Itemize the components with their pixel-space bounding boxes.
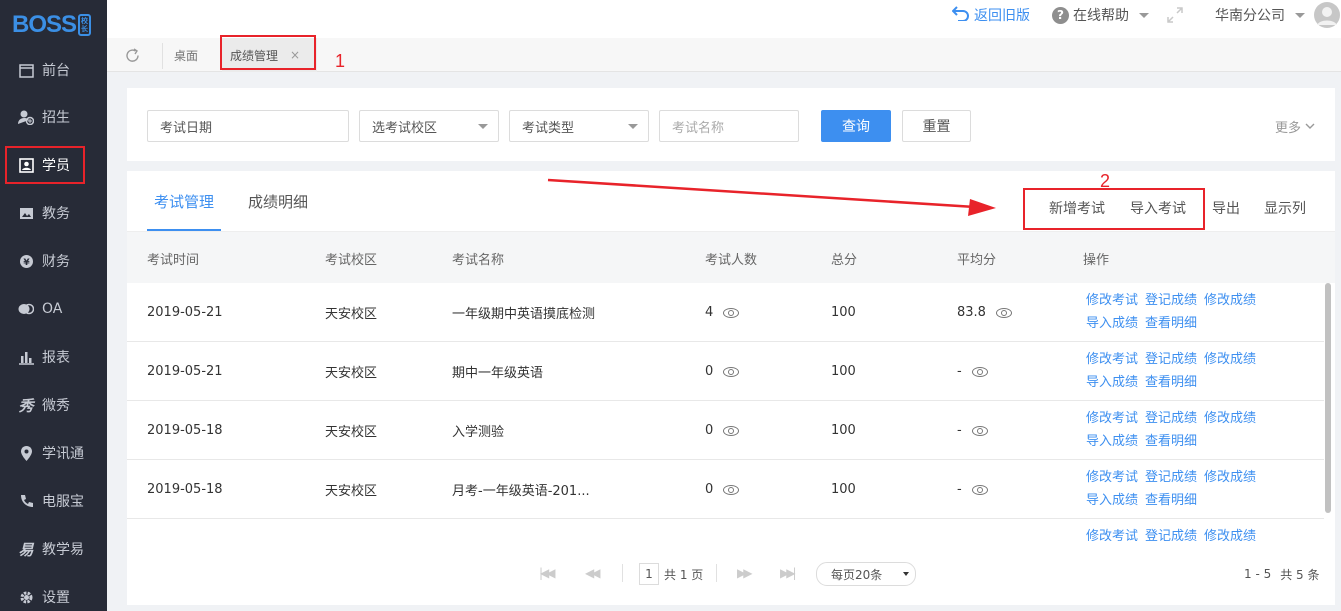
logo-text: BOSS: [12, 11, 77, 38]
annotation-arrow: [547, 178, 996, 216]
logo-badge: 校长: [78, 14, 92, 36]
boss-logo[interactable]: BOSS 校长: [0, 0, 107, 50]
